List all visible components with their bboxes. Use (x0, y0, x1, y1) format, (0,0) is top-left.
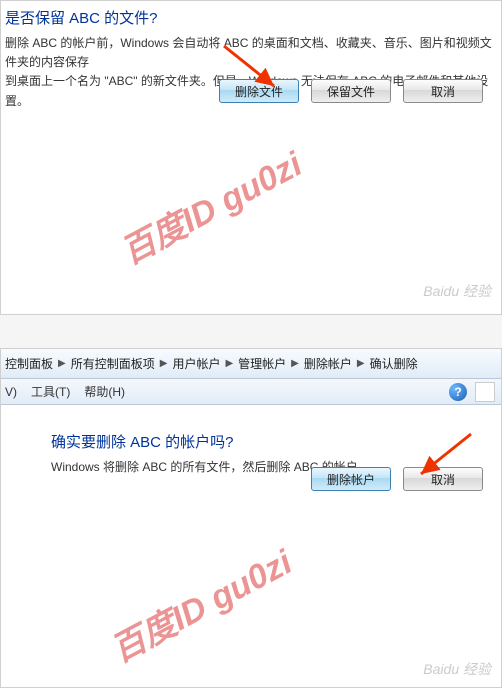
watermark-text: 百度ID gu0zi (111, 137, 309, 273)
scroll-up-button[interactable] (475, 382, 495, 402)
breadcrumb-item[interactable]: 控制面板 (5, 355, 53, 372)
delete-files-button[interactable]: 删除文件 (219, 79, 299, 103)
breadcrumb-item[interactable]: 所有控制面板项 (71, 355, 155, 372)
cancel-button[interactable]: 取消 (403, 467, 483, 491)
baidu-watermark: Baidu 经验 (423, 281, 491, 301)
menu-tools[interactable]: 工具(T) (31, 383, 70, 400)
watermark-text: 百度ID gu0zi (101, 535, 299, 671)
breadcrumb: 控制面板 ▶ 所有控制面板项 ▶ 用户帐户 ▶ 管理帐户 ▶ 删除帐户 ▶ 确认… (1, 349, 501, 379)
menu-view[interactable]: V) (5, 385, 17, 399)
menu-help[interactable]: 帮助(H) (84, 383, 125, 400)
baidu-watermark: Baidu 经验 (423, 659, 491, 679)
breadcrumb-item[interactable]: 用户帐户 (172, 355, 220, 372)
body-line-1: 删除 ABC 的帐户前，Windows 会自动将 ABC 的桌面和文档、收藏夹、… (5, 36, 492, 69)
help-icon[interactable]: ? (449, 383, 467, 401)
chevron-right-icon: ▶ (160, 358, 168, 369)
chevron-right-icon: ▶ (357, 358, 365, 369)
delete-account-button[interactable]: 删除帐户 (311, 467, 391, 491)
keep-files-button[interactable]: 保留文件 (311, 79, 391, 103)
chevron-right-icon: ▶ (225, 358, 233, 369)
confirm-button-row: 删除帐户 取消 (311, 467, 483, 491)
confirm-title: 确实要删除 ABC 的帐户吗? (51, 431, 493, 452)
menu-bar: V) 工具(T) 帮助(H) ? (1, 379, 501, 405)
chevron-right-icon: ▶ (58, 358, 66, 369)
cancel-button[interactable]: 取消 (403, 79, 483, 103)
breadcrumb-item[interactable]: 确认删除 (370, 355, 418, 372)
window-confirm-delete: 控制面板 ▶ 所有控制面板项 ▶ 用户帐户 ▶ 管理帐户 ▶ 删除帐户 ▶ 确认… (0, 348, 502, 688)
dialog-title: 是否保留 ABC 的文件? (1, 7, 501, 28)
dialog-button-row: 删除文件 保留文件 取消 (219, 79, 483, 103)
breadcrumb-item[interactable]: 管理帐户 (238, 355, 286, 372)
chevron-right-icon: ▶ (291, 358, 299, 369)
breadcrumb-item[interactable]: 删除帐户 (304, 355, 352, 372)
dialog-keep-files: 是否保留 ABC 的文件? 删除 ABC 的帐户前，Windows 会自动将 A… (0, 0, 502, 315)
